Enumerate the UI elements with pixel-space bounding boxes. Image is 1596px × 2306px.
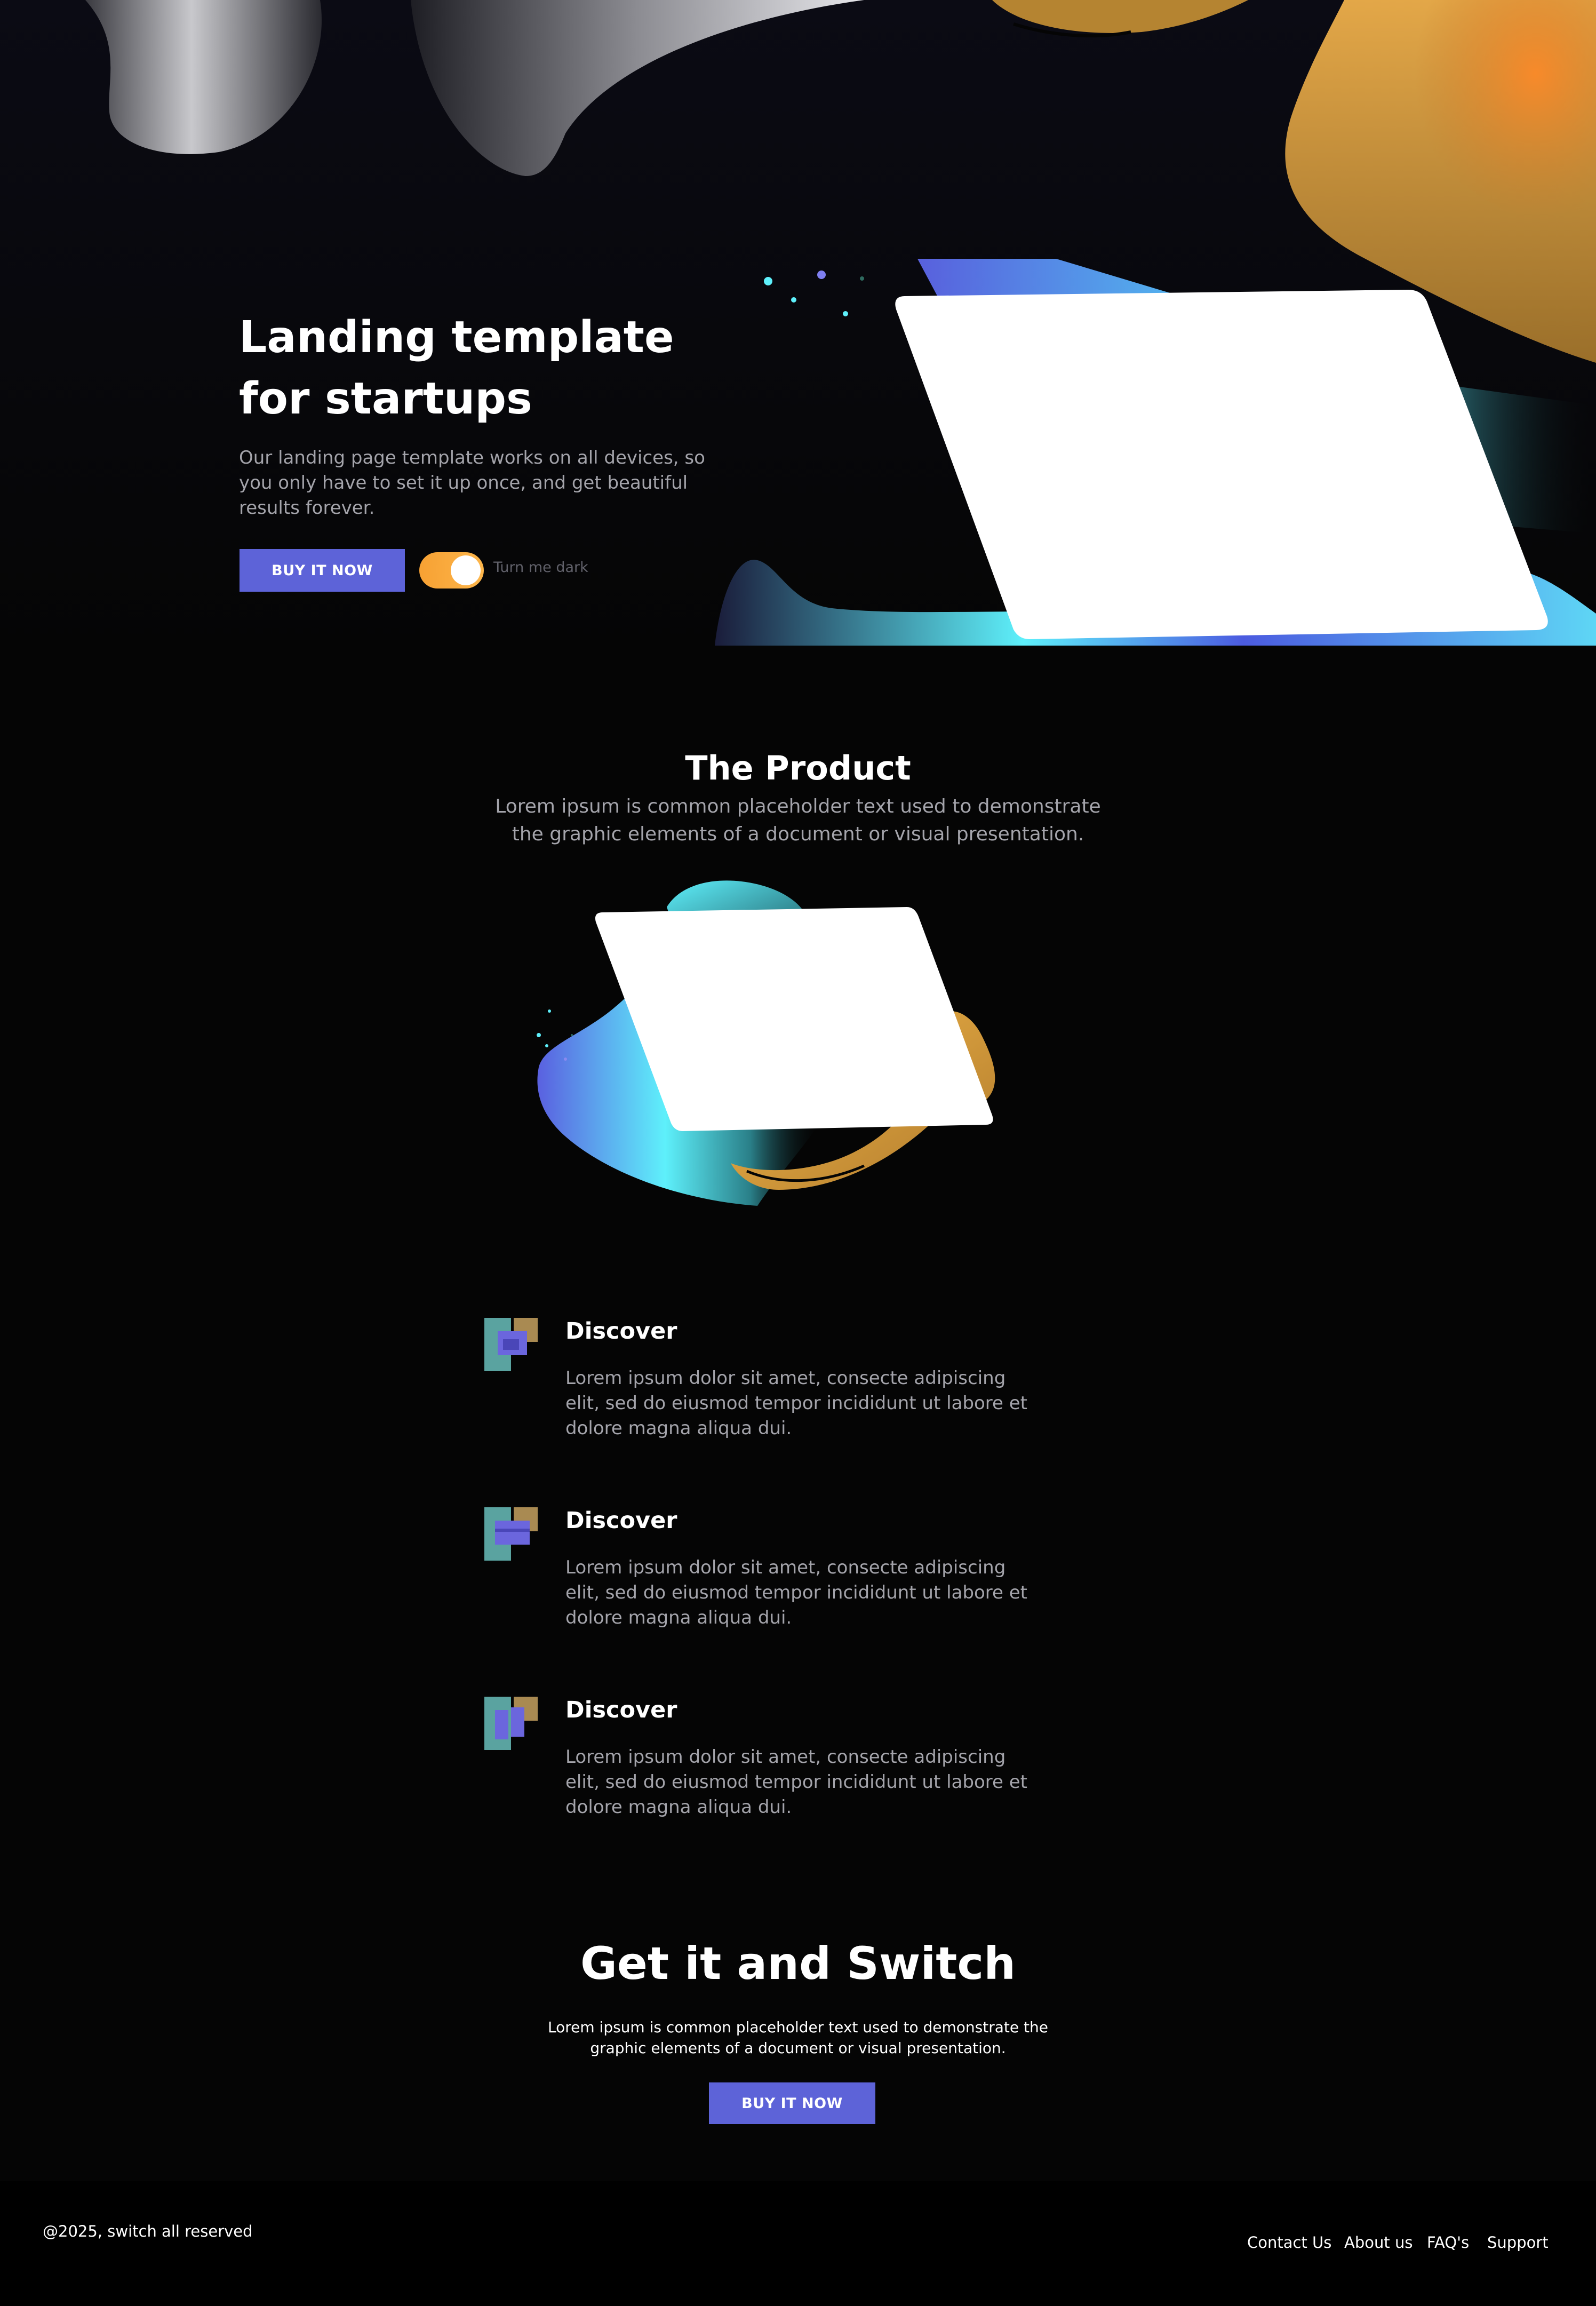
discover-icon xyxy=(484,1318,538,1371)
toggle-knob xyxy=(451,555,481,585)
buy-it-now-button[interactable]: BUY IT NOW xyxy=(240,549,405,592)
feature-description: Lorem ipsum dolor sit amet, consecte adi… xyxy=(565,1367,1027,1439)
toggle-label: Turn me dark xyxy=(493,559,588,576)
product-illustration xyxy=(537,880,995,1206)
feature-item: Discover Lorem ipsum dolor sit amet, con… xyxy=(484,1502,1071,1662)
product-description: Lorem ipsum is common placeholder text u… xyxy=(495,796,1101,845)
feature-item: Discover Lorem ipsum dolor sit amet, con… xyxy=(484,1313,1071,1473)
discover-icon xyxy=(484,1697,538,1750)
footer-link-about-us[interactable]: About us xyxy=(1344,2233,1413,2252)
feature-item: Discover Lorem ipsum dolor sit amet, con… xyxy=(484,1691,1071,1851)
hero-title: Landing template for startups xyxy=(239,312,674,424)
footer-link-contact-us[interactable]: Contact Us xyxy=(1247,2233,1331,2252)
feature-title: Discover xyxy=(565,1318,677,1345)
cta-title: Get it and Switch xyxy=(580,1937,1016,1990)
footer-link-faqs[interactable]: FAQ's xyxy=(1427,2233,1469,2252)
hero-description: Our landing page template works on all d… xyxy=(239,447,705,519)
product-title: The Product xyxy=(685,749,911,788)
cta-buy-it-now-button[interactable]: BUY IT NOW xyxy=(709,2082,875,2124)
feature-description: Lorem ipsum dolor sit amet, consecte adi… xyxy=(565,1746,1027,1818)
feature-description: Lorem ipsum dolor sit amet, consecte adi… xyxy=(565,1557,1027,1628)
discover-icon xyxy=(484,1507,538,1561)
copyright: @2025, switch all reserved xyxy=(43,2222,253,2240)
feature-title: Discover xyxy=(565,1697,677,1723)
feature-title: Discover xyxy=(565,1507,677,1534)
dark-mode-toggle[interactable] xyxy=(419,552,484,589)
cta-description: Lorem ipsum is common placeholder text u… xyxy=(548,2018,1048,2057)
footer-link-support[interactable]: Support xyxy=(1487,2233,1549,2252)
